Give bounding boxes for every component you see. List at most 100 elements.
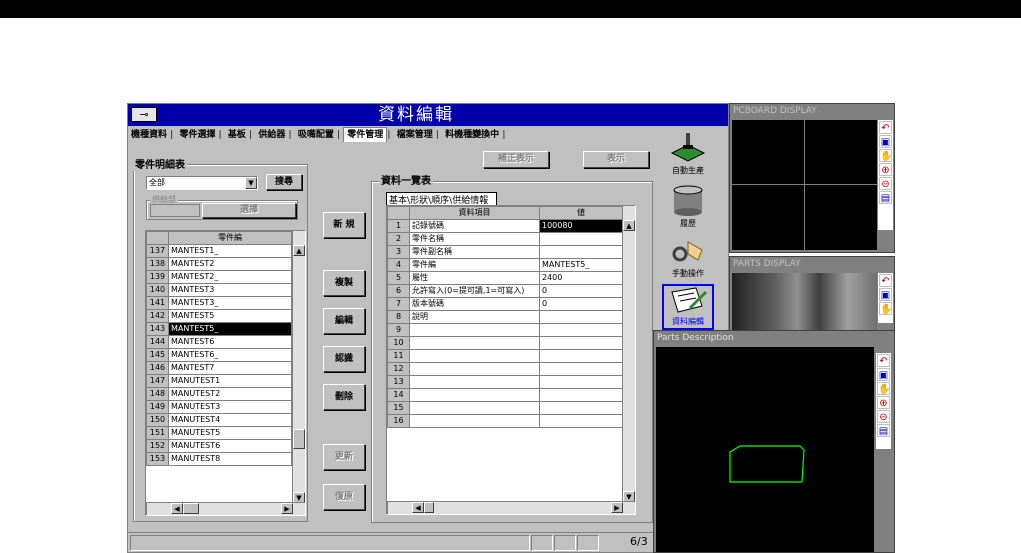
data-value-cell[interactable] (539, 310, 623, 324)
key-icon[interactable]: ⊸ (131, 107, 157, 122)
data-table-row[interactable]: 13 (387, 375, 623, 389)
part-code-cell[interactable]: MANTEST5_ (168, 322, 292, 336)
data-table-row[interactable]: 4 零件編 MANTEST5_ (387, 258, 623, 272)
data-value-cell[interactable] (539, 323, 623, 337)
parts-table-row[interactable]: 142 MANTEST5 (146, 309, 292, 323)
data-table-row[interactable]: 1 記錄號碼 100080 (387, 219, 623, 233)
data-table-row[interactable]: 6 允許寫入(0=提可讀,1=可寫入) 0 (387, 284, 623, 298)
part-code-cell[interactable]: MANTEST2_ (168, 270, 292, 284)
parts-table-row[interactable]: 137 MANTEST1_ (146, 244, 292, 258)
zoom-in-icon[interactable]: ⊕ (879, 163, 892, 176)
data-value-cell[interactable] (539, 362, 623, 376)
part-code-cell[interactable]: MANTEST2 (168, 257, 292, 271)
part-code-cell[interactable]: MANUTEST5 (168, 426, 292, 440)
scroll-right-icon[interactable]: ▶ (281, 503, 293, 514)
undo-icon[interactable]: ↶ (879, 121, 892, 134)
dropdown-arrow-icon[interactable]: ▼ (245, 177, 257, 189)
data-value-cell[interactable] (539, 414, 623, 428)
parts-table-row[interactable]: 150 MANUTEST4 (146, 413, 292, 427)
modify-display-button[interactable]: 補正表示 (483, 151, 549, 168)
data-value-cell[interactable] (539, 401, 623, 415)
manual-operation-button[interactable]: 手動操作 (662, 234, 714, 282)
filter-select[interactable]: 全部 ▼ (146, 176, 258, 190)
item-header[interactable]: 資料項目 (409, 206, 540, 220)
tab-board[interactable]: 基板 (225, 128, 249, 142)
desc-zoom-in-icon[interactable]: ⊕ (877, 396, 890, 409)
data-table-row[interactable]: 8 說明 (387, 310, 623, 324)
part-code-cell[interactable]: MANUTEST6 (168, 439, 292, 453)
supplier-field[interactable] (150, 204, 200, 217)
part-code-cell[interactable]: MANTEST3 (168, 283, 292, 297)
parts-table-row[interactable]: 147 MANUTEST1 (146, 374, 292, 388)
data-scroll-up-icon[interactable]: ▲ (623, 220, 635, 231)
parts-table-row[interactable]: 152 MANUTEST6 (146, 439, 292, 453)
desc-undo-icon[interactable]: ↶ (877, 354, 890, 367)
parts-pan-hand-icon[interactable]: ✋ (879, 302, 892, 315)
copy-button[interactable]: 複製 (323, 270, 365, 296)
part-code-cell[interactable]: MANUTEST1 (168, 374, 292, 388)
edit-button[interactable]: 編輯 (323, 308, 365, 334)
parts-table-row[interactable]: 145 MANTEST6_ (146, 348, 292, 362)
data-value-cell[interactable]: 0 (539, 284, 623, 298)
part-code-cell[interactable]: MANUTEST8 (168, 452, 292, 466)
tab-nozzle[interactable]: 吸嘴配置 (295, 128, 337, 142)
parts-table-row[interactable]: 149 MANUTEST3 (146, 400, 292, 414)
search-button[interactable]: 搜尋 (266, 174, 302, 190)
fit-window-icon[interactable]: ▤ (879, 191, 892, 204)
data-value-cell[interactable]: 100080 (539, 219, 623, 233)
data-value-cell[interactable] (539, 388, 623, 402)
parts-table-row[interactable]: 144 MANTEST6 (146, 335, 292, 349)
parts-description-view[interactable] (656, 347, 874, 552)
tab-model-data[interactable]: 機種資料 (128, 128, 170, 142)
scroll-up-icon[interactable]: ▲ (293, 245, 305, 256)
data-table-row[interactable]: 5 屬性 2400 (387, 271, 623, 285)
data-scroll-right-icon[interactable]: ▶ (611, 502, 623, 513)
parts-vertical-scrollbar[interactable]: ▲ ▼ (292, 231, 305, 503)
data-table-row[interactable]: 11 (387, 349, 623, 363)
tab-model-change[interactable]: 料機種變換中 (442, 128, 502, 142)
tab-part-select[interactable]: 零件選擇 (176, 128, 218, 142)
data-table-row[interactable]: 12 (387, 362, 623, 376)
part-code-cell[interactable]: MANUTEST2 (168, 387, 292, 401)
recognize-button[interactable]: 認識 (323, 346, 365, 372)
parts-table-row[interactable]: 140 MANTEST3 (146, 283, 292, 297)
h-scroll-thumb[interactable] (183, 503, 199, 514)
pan-hand-icon[interactable]: ✋ (879, 149, 892, 162)
desc-zoom-out-icon[interactable]: ⊖ (877, 410, 890, 423)
data-table-row[interactable]: 2 零件名稱 (387, 232, 623, 246)
desc-zoom-box-icon[interactable]: ▣ (877, 368, 890, 381)
data-table-row[interactable]: 3 零件副名稱 (387, 245, 623, 259)
part-code-cell[interactable]: MANTEST7 (168, 361, 292, 375)
restore-button[interactable]: 復原 (323, 484, 365, 510)
parts-undo-icon[interactable]: ↶ (879, 274, 892, 287)
delete-button[interactable]: 刪除 (323, 384, 365, 410)
data-table-row[interactable]: 9 (387, 323, 623, 337)
scroll-thumb[interactable] (293, 429, 305, 449)
parts-horizontal-scrollbar[interactable]: ◀ ▶ (146, 502, 305, 515)
tab-file-management[interactable]: 檔案管理 (394, 128, 436, 142)
update-button[interactable]: 更新 (323, 444, 365, 470)
data-value-cell[interactable]: 2400 (539, 271, 623, 285)
pcboard-view[interactable] (732, 120, 877, 250)
parts-table-row[interactable]: 146 MANTEST7 (146, 361, 292, 375)
parts-table-row[interactable]: 153 MANUTEST8 (146, 452, 292, 466)
part-code-cell[interactable]: MANTEST6 (168, 335, 292, 349)
data-value-cell[interactable] (539, 375, 623, 389)
part-code-header[interactable]: 零件編 (168, 231, 292, 245)
parts-table-row[interactable]: 138 MANTEST2 (146, 257, 292, 271)
tab-part-management[interactable]: 零件管理 (343, 127, 388, 142)
tab-feeder[interactable]: 供給器 (255, 128, 288, 142)
desc-fit-window-icon[interactable]: ▤ (877, 424, 890, 437)
data-scroll-left-icon[interactable]: ◀ (412, 502, 424, 513)
data-table-row[interactable]: 14 (387, 388, 623, 402)
desc-pan-hand-icon[interactable]: ✋ (877, 382, 890, 395)
part-code-cell[interactable]: MANUTEST4 (168, 413, 292, 427)
parts-table-row[interactable]: 151 MANUTEST5 (146, 426, 292, 440)
parts-camera-view[interactable] (732, 273, 877, 333)
zoom-out-icon[interactable]: ⊖ (879, 177, 892, 190)
data-edit-mode-button[interactable]: 資料編輯 (662, 284, 714, 330)
data-table-row[interactable]: 16 (387, 414, 623, 428)
part-code-cell[interactable]: MANTEST1_ (168, 244, 292, 258)
data-table-row[interactable]: 7 版本號碼 0 (387, 297, 623, 311)
data-value-cell[interactable]: MANTEST5_ (539, 258, 623, 272)
